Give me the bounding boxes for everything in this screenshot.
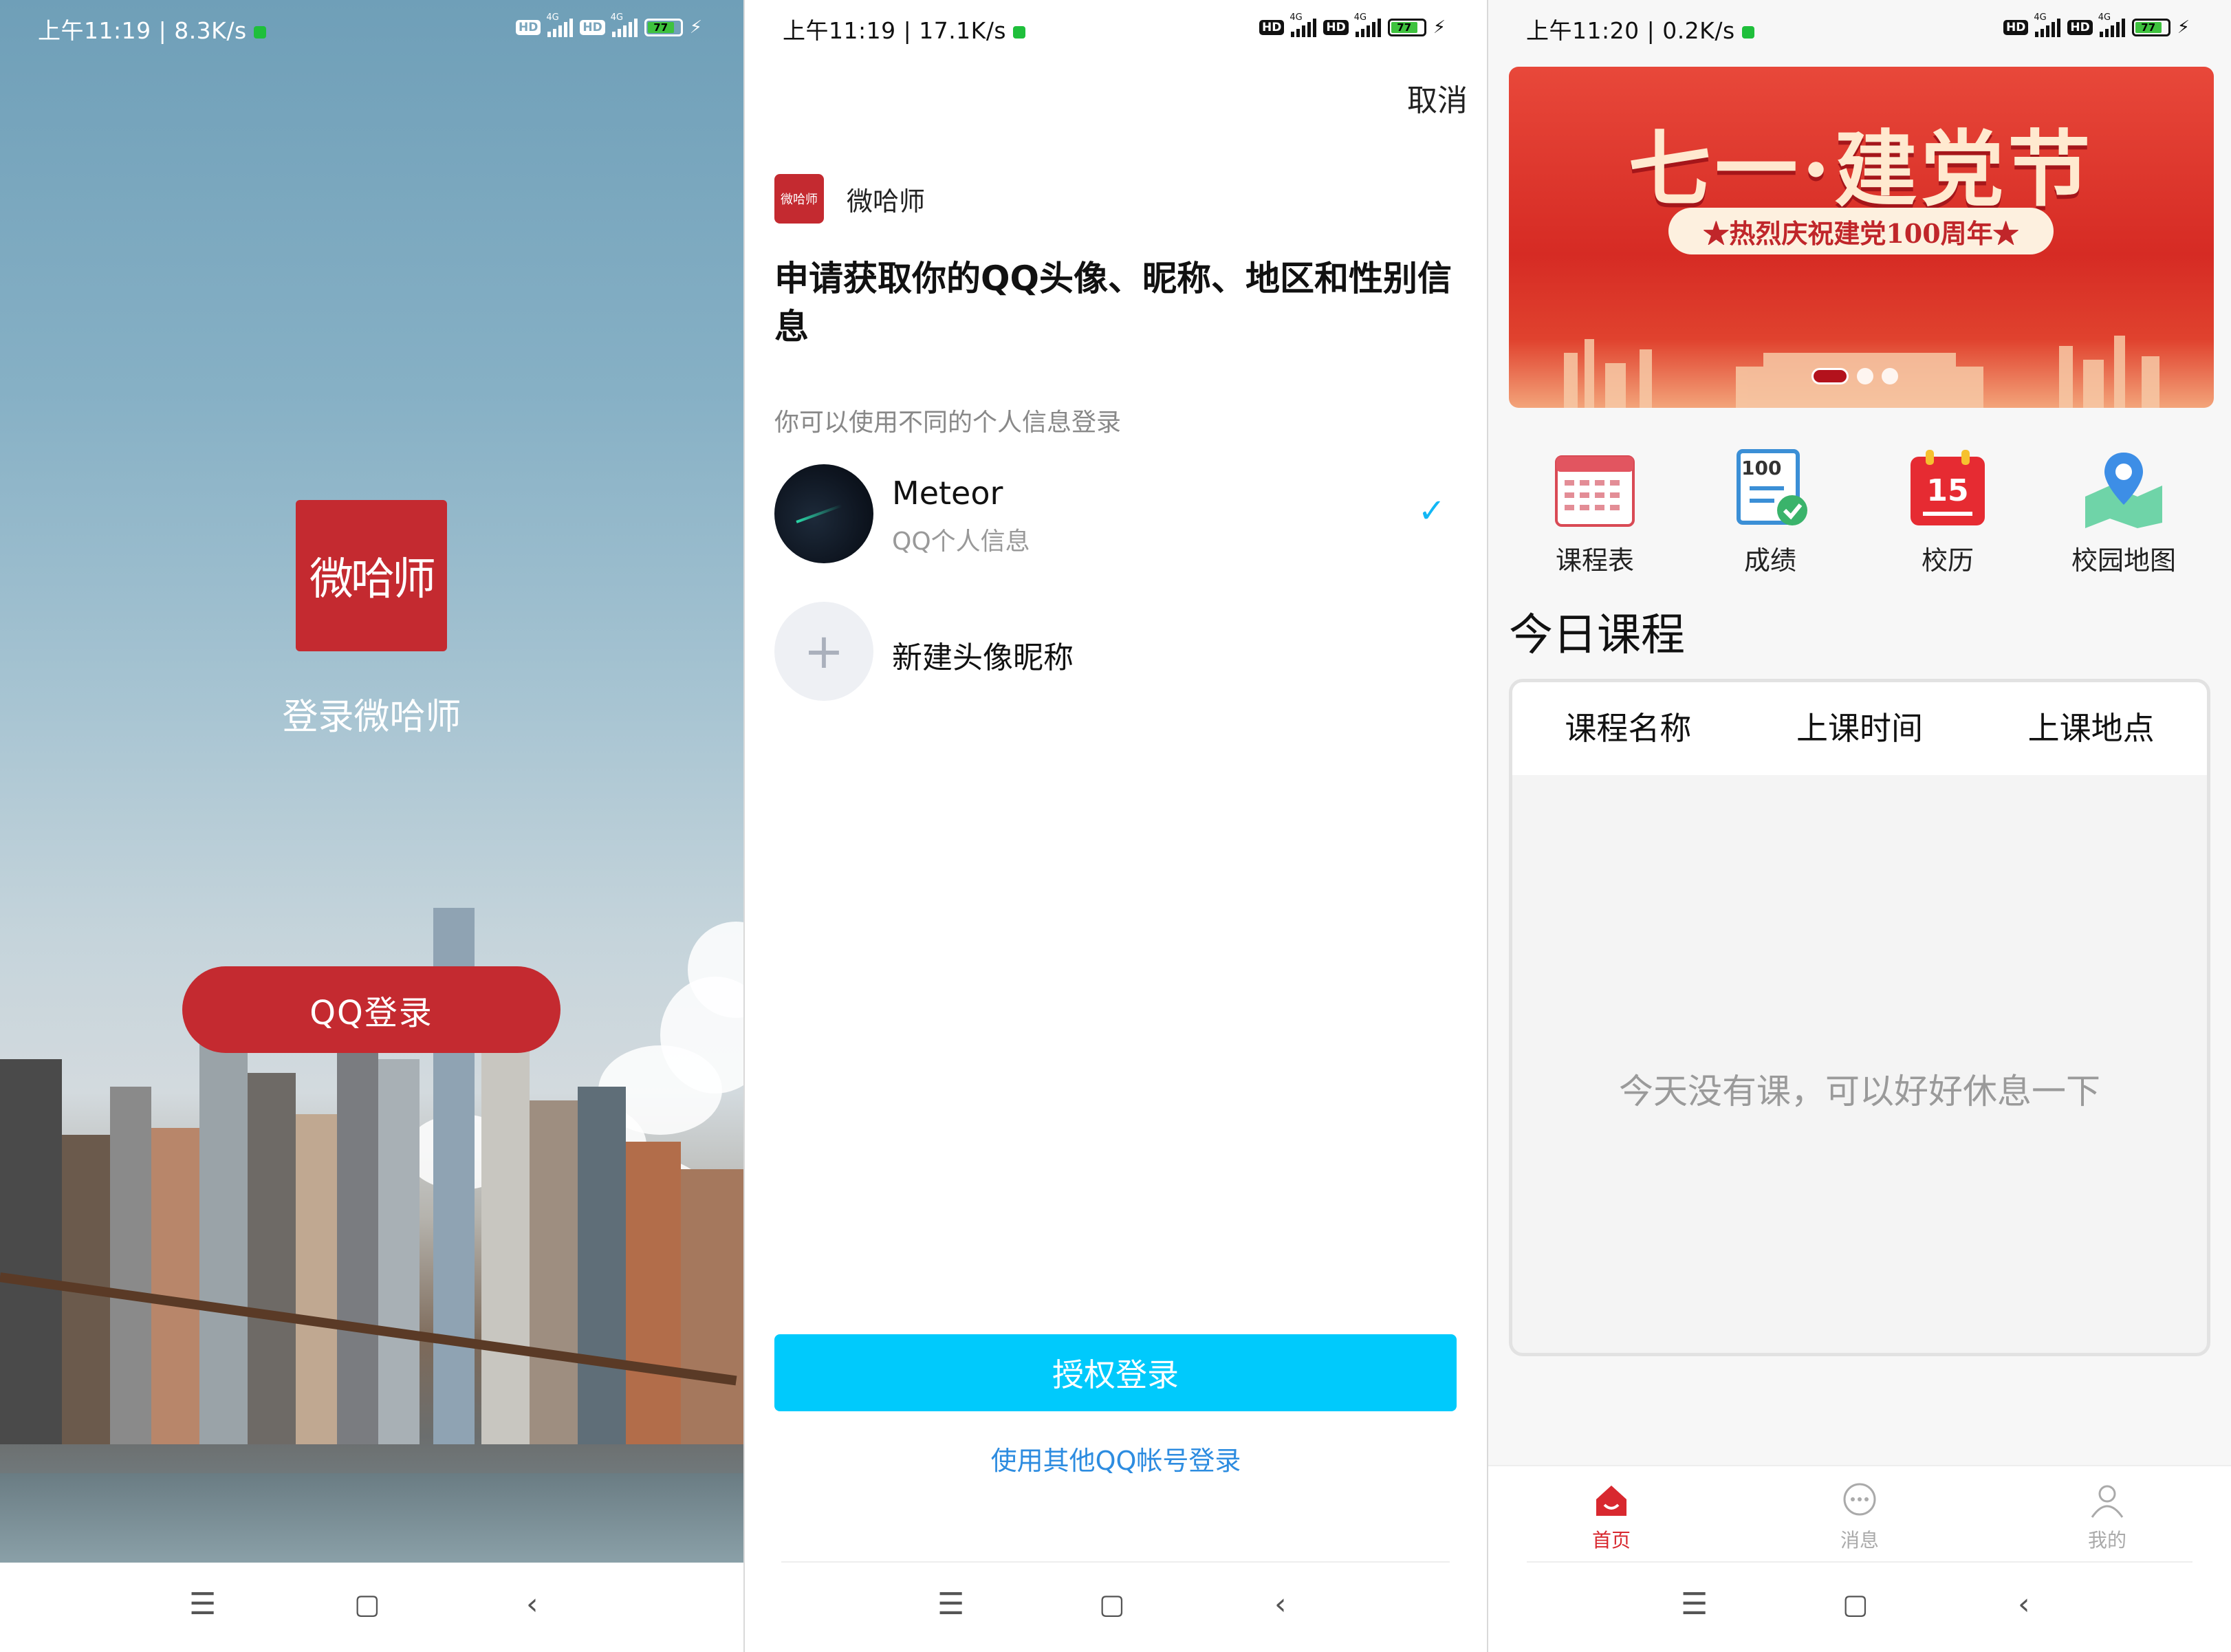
banner-subtitle: ★热烈庆祝建党100周年★ — [1668, 208, 2054, 254]
carousel-indicator[interactable] — [1811, 368, 1898, 384]
hd-icon: HD — [2003, 20, 2029, 35]
today-courses-title: 今日课程 — [1509, 610, 1685, 661]
profile-icon — [2087, 1480, 2128, 1521]
menu-icon[interactable]: ☰ — [937, 1587, 964, 1622]
status-time: 上午11:20 | 0.2K/s — [1526, 12, 1754, 45]
battery-icon: 77 — [2131, 19, 2170, 36]
home-square-icon[interactable]: ▢ — [1842, 1589, 1869, 1620]
home-icon — [1591, 1480, 1632, 1521]
tab-home-label: 首页 — [1591, 1529, 1631, 1552]
login-screen: 上午11:19 | 8.3K/s HD 4G HD 4G 77 ⚡ 微哈师 登录… — [0, 0, 743, 1652]
map-icon — [2082, 447, 2165, 530]
tab-messages-label: 消息 — [1840, 1529, 1879, 1552]
calendar-icon: 15 — [1906, 447, 1989, 530]
selected-check-icon: ✓ — [1417, 492, 1446, 530]
status-bar: 上午11:20 | 0.2K/s HD 4G HD 4G 77 ⚡ — [1488, 0, 2231, 55]
signal-icon: 4G — [1354, 12, 1381, 37]
add-icon[interactable]: + — [774, 602, 873, 701]
grades-label: 成绩 — [1743, 545, 1796, 576]
new-profile-option[interactable]: 新建头像昵称 — [892, 633, 1074, 677]
table-header: 课程名称 上课时间 上课地点 — [1512, 682, 2207, 775]
column-course-name: 课程名称 — [1565, 710, 1692, 747]
signal-icon: 4G — [2098, 12, 2125, 37]
system-nav-bar: ☰ ▢ ‹ — [0, 1563, 743, 1652]
back-icon[interactable]: ‹ — [1274, 1587, 1287, 1622]
column-location: 上课地点 — [2027, 710, 2155, 747]
grades-icon: 100 — [1729, 447, 1811, 530]
status-bar: 上午11:19 | 17.1K/s HD 4G HD 4G 77 ⚡ — [745, 0, 1487, 55]
home-square-icon[interactable]: ▢ — [1099, 1589, 1125, 1620]
skyline-decoration — [1564, 336, 2159, 408]
bottom-tab-bar: 首页 消息 我的 — [1488, 1465, 2231, 1564]
empty-state-text: 今天没有课，可以好好休息一下 — [1619, 1072, 2100, 1111]
system-nav-bar: ☰ ▢ ‹ — [745, 1563, 1487, 1652]
app-name: 微哈师 — [847, 186, 926, 217]
permission-request-text: 申请获取你的QQ头像、昵称、地区和性别信息 — [774, 259, 1452, 347]
hd-icon: HD — [1323, 20, 1349, 35]
signal-icon: 4G — [2034, 12, 2061, 37]
school-calendar-button[interactable]: 15 校历 — [1893, 447, 2003, 577]
cancel-button[interactable]: 取消 — [1407, 76, 1468, 120]
account-subtitle: QQ个人信息 — [892, 528, 1030, 556]
tab-home[interactable]: 首页 — [1543, 1480, 1680, 1553]
timetable-button[interactable]: 课程表 — [1540, 447, 1650, 577]
account-name[interactable]: Meteor — [892, 475, 1003, 512]
status-time: 上午11:19 | 17.1K/s — [783, 12, 1026, 45]
menu-icon[interactable]: ☰ — [189, 1587, 216, 1622]
timetable-label: 课程表 — [1555, 545, 1634, 576]
promo-banner[interactable]: 七一·建党节 ★热烈庆祝建党100周年★ — [1509, 67, 2214, 408]
tab-profile-label: 我的 — [2087, 1529, 2126, 1552]
other-account-link[interactable]: 使用其他QQ帐号登录 — [745, 1439, 1487, 1477]
hd-icon: HD — [2067, 20, 2093, 35]
account-avatar[interactable] — [774, 464, 873, 563]
battery-icon: 77 — [1387, 19, 1426, 36]
authorize-login-button[interactable]: 授权登录 — [774, 1334, 1457, 1411]
status-time: 上午11:19 | 8.3K/s — [38, 12, 266, 45]
charging-icon: ⚡ — [1433, 17, 1446, 38]
signal-icon: 4G — [546, 12, 574, 37]
menu-icon[interactable]: ☰ — [1681, 1587, 1708, 1622]
home-screen: 上午11:20 | 0.2K/s HD 4G HD 4G 77 ⚡ 七一·建党节… — [1488, 0, 2231, 1652]
back-icon[interactable]: ‹ — [2018, 1587, 2030, 1622]
home-square-icon[interactable]: ▢ — [354, 1589, 380, 1620]
system-nav-bar: ☰ ▢ ‹ — [1488, 1563, 2231, 1652]
app-logo: 微哈师 — [774, 174, 824, 224]
column-class-time: 上课时间 — [1796, 710, 1923, 747]
login-title: 登录微哈师 — [282, 697, 461, 738]
app-logo: 微哈师 — [296, 500, 447, 651]
charging-icon: ⚡ — [2177, 17, 2190, 38]
hd-icon: HD — [580, 20, 605, 35]
qq-authorize-screen: 上午11:19 | 17.1K/s HD 4G HD 4G 77 ⚡ 取消 微哈… — [745, 0, 1487, 1652]
message-icon — [1839, 1480, 1880, 1521]
grades-button[interactable]: 100 成绩 — [1715, 447, 1825, 577]
today-courses-table: 课程名称 上课时间 上课地点 今天没有课，可以好好休息一下 — [1509, 679, 2210, 1356]
back-icon[interactable]: ‹ — [526, 1587, 538, 1622]
timetable-icon — [1554, 447, 1636, 530]
charging-icon: ⚡ — [689, 17, 702, 38]
qq-login-button[interactable]: QQ登录 — [182, 966, 561, 1053]
hd-icon: HD — [1259, 20, 1285, 35]
signal-icon: 4G — [611, 12, 638, 37]
battery-icon: 77 — [644, 19, 683, 36]
status-bar: 上午11:19 | 8.3K/s HD 4G HD 4G 77 ⚡ — [0, 0, 743, 55]
tab-profile[interactable]: 我的 — [2038, 1480, 2176, 1553]
map-label: 校园地图 — [2071, 545, 2176, 576]
campus-map-button[interactable]: 校园地图 — [2069, 447, 2179, 577]
tab-messages[interactable]: 消息 — [1791, 1480, 1928, 1553]
profile-hint: 你可以使用不同的个人信息登录 — [774, 409, 1122, 437]
calendar-label: 校历 — [1921, 545, 1974, 576]
banner-title: 七一·建党节 — [1628, 121, 2095, 218]
signal-icon: 4G — [1289, 12, 1317, 37]
hd-icon: HD — [516, 20, 541, 35]
river — [0, 1473, 743, 1563]
